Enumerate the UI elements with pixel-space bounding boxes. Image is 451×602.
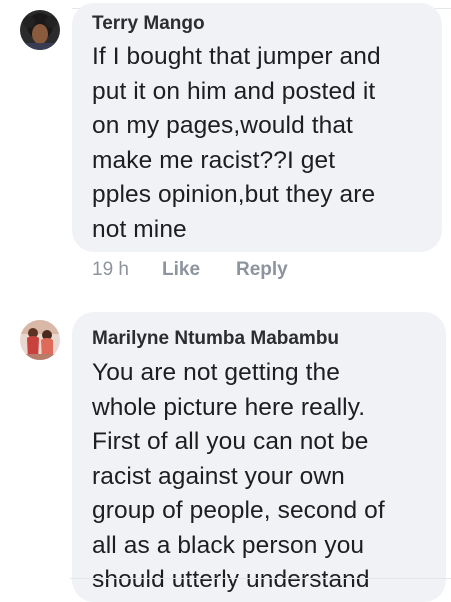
comment-text-line: racist against your own [92, 462, 345, 490]
comment-author[interactable]: Marilyne Ntumba Mabambu [92, 328, 339, 350]
comment-text-line: whole picture here really. [92, 393, 366, 421]
comment-text-line: on my pages,would that [92, 112, 353, 139]
comment-text-line: make me racist??I get [92, 146, 336, 174]
reply-button[interactable]: Reply [236, 259, 288, 281]
comment-bubble: Marilyne Ntumba Mabambu You are not gett… [72, 312, 446, 602]
comment-timestamp[interactable]: 19 h [92, 259, 129, 281]
like-button[interactable]: Like [162, 259, 200, 281]
comment-text-line: not mine [92, 215, 187, 243]
comment-author[interactable]: Terry Mango [92, 13, 205, 35]
comment-text-line: put it on him and posted it [92, 77, 376, 105]
avatar[interactable] [20, 10, 60, 50]
comment-text-line: should utterly understand [92, 566, 370, 593]
comment-text-line: group of people, second of [92, 497, 385, 524]
comment-text-line: all as a black person you [92, 531, 365, 559]
comment-text-line: pples opinion,but they are [92, 181, 376, 208]
comment-text-line: You are not getting the [92, 359, 340, 386]
comment-bubble: Terry Mango If I bought that jumper and … [72, 3, 442, 252]
comment-text-line: If I bought that jumper and [92, 43, 381, 70]
comment-text-line: First of all you can not be [92, 428, 369, 455]
avatar[interactable] [20, 320, 60, 360]
divider [70, 578, 451, 579]
